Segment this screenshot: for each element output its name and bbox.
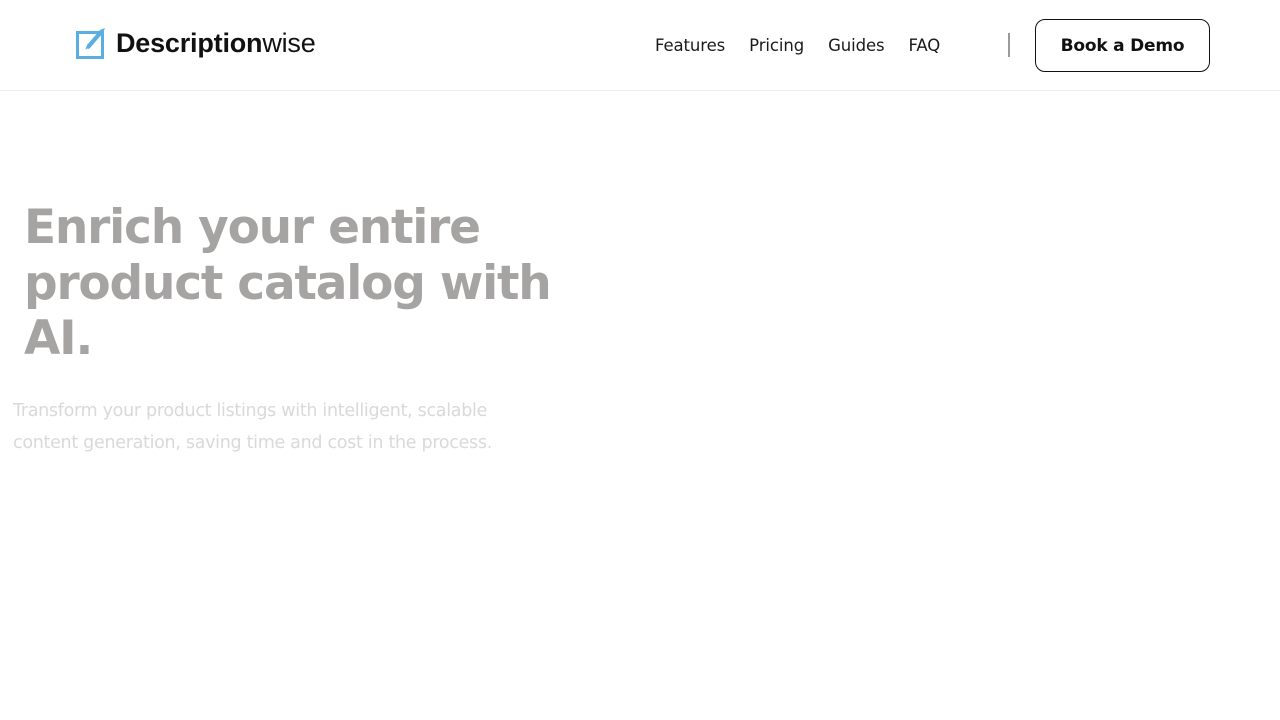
nav-pricing[interactable]: Pricing <box>749 36 804 55</box>
logo-link[interactable]: Descriptionwise <box>76 27 316 59</box>
main-nav: Features Pricing Guides FAQ <box>655 33 940 57</box>
hero-subtitle: Transform your product listings with int… <box>13 401 492 453</box>
nav-faq[interactable]: FAQ <box>909 36 941 55</box>
brand-name: Descriptionwise <box>116 27 316 59</box>
brand-name-regular: wise <box>262 28 316 58</box>
nav-features[interactable]: Features <box>655 36 725 55</box>
nav-divider <box>1008 33 1010 57</box>
brand-name-bold: Description <box>116 28 263 58</box>
pen-square-icon <box>76 28 105 59</box>
hero-title: Enrich your entire product catalog with … <box>24 200 552 366</box>
site-header: Descriptionwise Features Pricing Guides … <box>0 0 1280 91</box>
book-demo-button[interactable]: Book a Demo <box>1035 19 1210 72</box>
nav-guides[interactable]: Guides <box>828 36 885 55</box>
